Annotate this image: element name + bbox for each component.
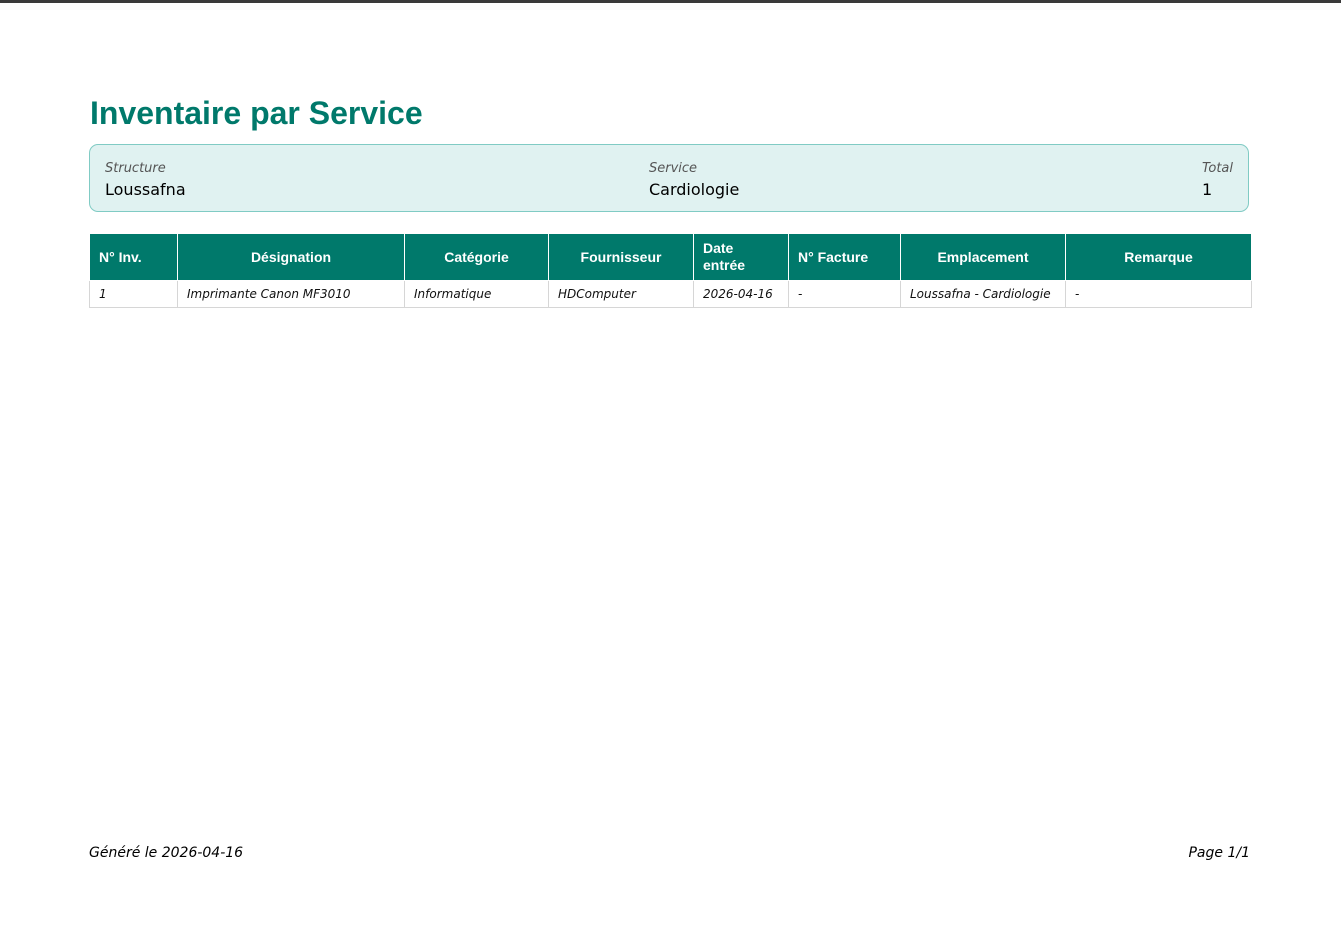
summary-box: Structure Loussafna Service Cardiologie …: [89, 144, 1249, 212]
total-value: 1: [1202, 180, 1213, 199]
service-value: Cardiologie: [649, 180, 740, 199]
page-number: Page 1/1: [1188, 845, 1250, 861]
page-title: Inventaire par Service: [90, 95, 423, 131]
cell-remarque: -: [1065, 280, 1252, 308]
service-label: Service: [649, 161, 698, 176]
cell-categorie: Informatique: [404, 280, 549, 308]
header-date-entree-line1: Date: [703, 240, 734, 256]
generated-date: Généré le 2026-04-16: [89, 845, 244, 861]
inventory-table: N° Inv. Désignation Catégorie Fournisseu…: [89, 233, 1252, 308]
header-fournisseur: Fournisseur: [548, 233, 694, 281]
header-date-entree-line2: entrée: [703, 257, 746, 273]
structure-label: Structure: [105, 161, 166, 176]
cell-fournisseur: HDComputer: [548, 280, 694, 308]
top-rule: [0, 0, 1341, 3]
cell-facture: -: [788, 280, 901, 308]
cell-designation: Imprimante Canon MF3010: [177, 280, 405, 308]
header-categorie: Catégorie: [404, 233, 549, 281]
total-label: Total: [1202, 161, 1233, 176]
cell-emplacement: Loussafna - Cardiologie: [900, 280, 1066, 308]
table-row: 1 Imprimante Canon MF3010 Informatique H…: [89, 280, 1252, 308]
structure-value: Loussafna: [105, 180, 186, 199]
header-facture: N° Facture: [788, 233, 901, 281]
cell-inv: 1: [89, 280, 178, 308]
structure-info: Structure Loussafna: [105, 161, 186, 201]
header-emplacement: Emplacement: [900, 233, 1066, 281]
header-date-entree: Date entrée: [693, 233, 789, 281]
cell-date-entree: 2026-04-16: [693, 280, 789, 308]
header-designation: Désignation: [177, 233, 405, 281]
table-header-row: N° Inv. Désignation Catégorie Fournisseu…: [89, 233, 1252, 281]
header-remarque: Remarque: [1065, 233, 1252, 281]
total-info: Total 1: [1202, 161, 1233, 201]
header-inv: N° Inv.: [89, 233, 178, 281]
service-info: Service Cardiologie: [649, 161, 739, 201]
